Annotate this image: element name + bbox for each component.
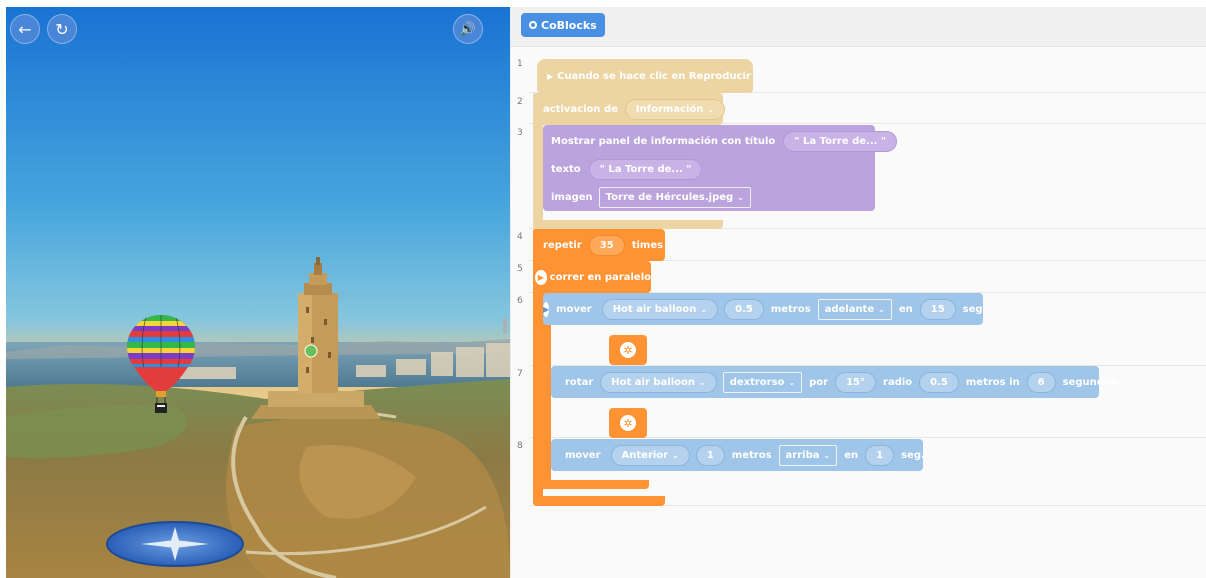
chevron-down-icon: ⌄ — [878, 304, 885, 314]
move-1-object-dropdown[interactable]: Hot air balloon ⌄ — [601, 298, 719, 320]
move-1-settings-button[interactable]: ✲ — [609, 335, 647, 365]
line-number: 2 — [517, 97, 523, 107]
gear-icon: ✲ — [620, 415, 636, 431]
move-1-object: Hot air balloon — [612, 303, 697, 315]
panel-image-dropdown[interactable]: Torre de Hércules.jpeg ⌄ — [598, 186, 751, 208]
rotate-time-input[interactable]: 6 — [1026, 371, 1056, 393]
repeat-label: repetir — [543, 239, 582, 251]
move-2-unit: metros — [731, 449, 772, 461]
coblocks-icon — [529, 21, 537, 29]
activation-block-footer — [533, 220, 723, 229]
move-1-unit: metros — [770, 303, 811, 315]
repeat-block[interactable]: repetir 35 times — [533, 229, 665, 261]
line-number: 5 — [517, 264, 523, 274]
restart-button[interactable]: ↻ — [47, 14, 77, 44]
rotate-by: por — [809, 376, 829, 388]
play-icon: ▶ — [547, 71, 554, 81]
move-1-time-input[interactable]: 15 — [919, 298, 956, 320]
volume-icon: 🔊 — [459, 21, 477, 37]
rotate-radius-input[interactable]: 0.5 — [919, 371, 959, 393]
coblocks-label: CoBlocks — [541, 18, 597, 32]
rotate-unit-in: metros in — [965, 376, 1020, 388]
panel-image-label: imagen — [551, 191, 593, 203]
scene-illustration — [6, 7, 510, 578]
move-1-distance-input[interactable]: 0.5 — [724, 298, 764, 320]
run-parallel-block[interactable]: ▶ correr en paralelo — [533, 261, 651, 293]
chevron-down-icon: ⌄ — [707, 104, 715, 114]
rotate-label: rotar — [565, 376, 594, 388]
activation-block[interactable]: activacion de Información ⌄ — [533, 93, 726, 125]
move-2-object-dropdown[interactable]: Anterior ⌄ — [610, 444, 690, 466]
repeat-suffix: times — [631, 239, 664, 251]
info-hotspot-icon[interactable] — [304, 344, 318, 358]
move-1-in: en — [898, 303, 913, 315]
activation-label: activacion de — [543, 103, 618, 115]
when-play-label: Cuando se hace clic en Reproducir — [557, 70, 751, 82]
rotate-object-dropdown[interactable]: Hot air balloon ⌄ — [600, 371, 717, 393]
rotate-settings-button[interactable]: ✲ — [609, 408, 647, 438]
move-2-time-input[interactable]: 1 — [865, 444, 895, 466]
move-2-time-unit: seg. — [901, 449, 925, 461]
line-number: 8 — [517, 441, 523, 451]
back-arrow-icon: ← — [18, 19, 32, 39]
move-2-direction: arriba — [785, 449, 820, 461]
rotate-time-unit: segundos — [1062, 376, 1117, 388]
line-number: 6 — [517, 296, 523, 306]
line-number: 7 — [517, 369, 523, 379]
chevron-down-icon: ⌄ — [823, 450, 831, 460]
panel-image-value: Torre de Hércules.jpeg — [605, 191, 734, 203]
rotate-angle-input[interactable]: 15° — [835, 371, 877, 393]
restart-icon: ↻ — [55, 19, 69, 39]
move-1-label: mover — [556, 303, 592, 315]
activation-value: Información — [635, 103, 704, 115]
move-block-1[interactable]: ▶ mover Hot air balloon ⌄ 0.5 metros adel… — [543, 293, 986, 325]
editor-toolbar: CoBlocks — [511, 7, 1206, 47]
parallel-lane — [541, 325, 549, 485]
move-block-2[interactable]: mover Anterior ⌄ 1 metros arriba ⌄ en 1 se… — [551, 439, 925, 471]
move-2-label: mover — [565, 449, 601, 461]
back-button[interactable]: ← — [10, 14, 40, 44]
chevron-down-icon: ⌄ — [672, 450, 679, 460]
move-2-object: Anterior — [621, 449, 669, 461]
chevron-down-icon: ⌄ — [788, 377, 796, 387]
chevron-down-icon: ⌄ — [698, 377, 706, 387]
line-number: 1 — [517, 59, 523, 69]
line-number: 4 — [517, 232, 523, 242]
rotate-object: Hot air balloon — [611, 376, 695, 388]
rotate-direction-dropdown[interactable]: dextrorso ⌄ — [722, 371, 803, 393]
panel-text-input[interactable]: " La Torre de... " — [588, 158, 703, 180]
move-1-direction-dropdown[interactable]: adelante ⌄ — [817, 298, 892, 320]
move-1-time-unit: seg. — [962, 303, 987, 315]
chevron-down-icon: ⌄ — [737, 192, 744, 202]
activation-dropdown[interactable]: Información ⌄ — [624, 98, 726, 120]
code-editor-panel: CoBlocks 1 2 3 4 5 6 7 8 ▶ Cuando se hac… — [510, 7, 1206, 578]
repeat-count-input[interactable]: 35 — [588, 234, 625, 256]
play-icon: ▶ — [543, 301, 550, 317]
panel-title-input[interactable]: " La Torre de... " — [783, 130, 898, 152]
parallel-block-footer — [541, 480, 649, 489]
volume-button[interactable]: 🔊 — [453, 14, 483, 44]
panel-text-label: texto — [551, 163, 581, 175]
show-panel-label: Mostrar panel de información con título — [551, 135, 776, 147]
parallel-label: correr en paralelo — [549, 271, 651, 283]
when-play-clicked-block[interactable]: ▶ Cuando se hace clic en Reproducir — [537, 59, 753, 93]
rotate-block[interactable]: rotar Hot air balloon ⌄ dextrorso ⌄ por 15… — [551, 366, 1117, 398]
scene-viewport[interactable]: ← ↻ 🔊 — [6, 7, 510, 578]
move-2-distance-input[interactable]: 1 — [695, 444, 725, 466]
move-2-direction-dropdown[interactable]: arriba ⌄ — [778, 444, 838, 466]
app-root: ← ↻ 🔊 CoBlocks 1 2 3 4 5 6 7 8 ▶ Cuando … — [0, 0, 1206, 578]
rotate-radius-label: radio — [883, 376, 913, 388]
move-1-direction: adelante — [824, 303, 875, 315]
panel-resize-handle[interactable] — [503, 318, 507, 334]
repeat-block-footer — [533, 496, 665, 506]
play-icon: ▶ — [535, 269, 547, 285]
coblocks-button[interactable]: CoBlocks — [521, 13, 605, 37]
line-number: 3 — [517, 128, 523, 138]
show-info-panel-block[interactable]: Mostrar panel de información con título … — [543, 125, 898, 211]
move-2-in: en — [844, 449, 859, 461]
chevron-down-icon: ⌄ — [700, 304, 708, 314]
gear-icon: ✲ — [620, 342, 636, 358]
rotate-direction: dextrorso — [729, 376, 785, 388]
